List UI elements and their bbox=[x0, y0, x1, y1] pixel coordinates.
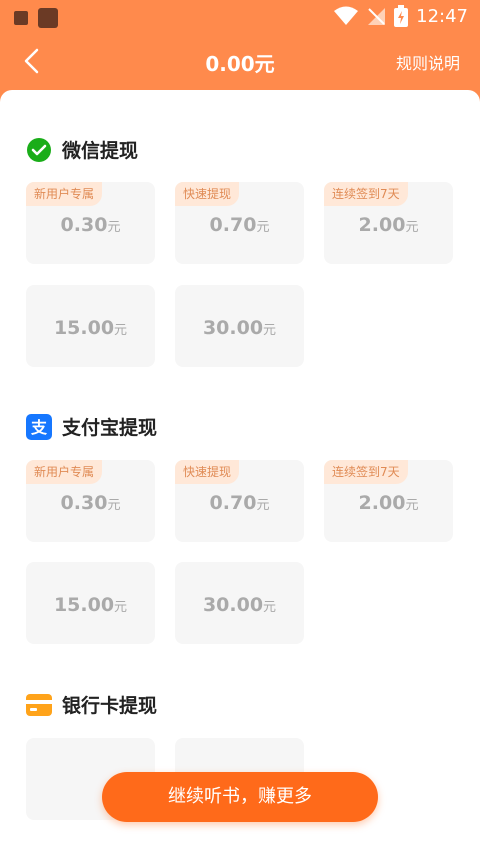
option-amount: 0.70元 bbox=[209, 214, 270, 236]
signal-off-icon bbox=[368, 8, 386, 25]
alipay-option-3[interactable]: 连续签到7天 2.00元 bbox=[324, 460, 453, 542]
option-tag: 快速提现 bbox=[175, 460, 240, 484]
wechat-title-text: 微信提现 bbox=[62, 140, 139, 162]
svg-text:支: 支 bbox=[30, 418, 48, 437]
wechat-option-2[interactable]: 快速提现 0.70元 bbox=[175, 182, 304, 264]
wechat-icon bbox=[27, 137, 51, 162]
option-amount: 0.70元 bbox=[209, 492, 270, 514]
wechat-option-4[interactable]: 15.00元 bbox=[26, 285, 155, 367]
wifi-icon bbox=[334, 6, 359, 25]
wechat-option-5[interactable]: 30.00元 bbox=[175, 285, 304, 367]
option-amount: 30.00元 bbox=[202, 594, 277, 616]
main-content: 微信提现 新用户专属 0.30元 快速提现 0.70元 连续签到7天 2.00元… bbox=[0, 90, 480, 853]
notification-icon bbox=[14, 11, 28, 25]
alipay-option-2[interactable]: 快速提现 0.70元 bbox=[175, 460, 304, 542]
option-amount: 2.00元 bbox=[358, 214, 419, 236]
alipay-title-text: 支付宝提现 bbox=[62, 417, 158, 439]
option-amount: 0.30元 bbox=[60, 214, 121, 236]
alipay-section-title: 支 支付宝提现 bbox=[26, 413, 157, 440]
wechat-option-3[interactable]: 连续签到7天 2.00元 bbox=[324, 182, 453, 264]
option-amount: 15.00元 bbox=[53, 594, 128, 616]
alipay-icon: 支 bbox=[26, 413, 52, 440]
alipay-option-4[interactable]: 15.00元 bbox=[26, 562, 155, 644]
option-tag: 新用户专属 bbox=[26, 460, 103, 484]
wechat-section-title: 微信提现 bbox=[26, 136, 138, 163]
option-tag: 新用户专属 bbox=[26, 182, 103, 206]
continue-listening-button[interactable]: 继续听书，赚更多 bbox=[102, 772, 378, 822]
status-notifications bbox=[14, 8, 58, 28]
wechat-option-1[interactable]: 新用户专属 0.30元 bbox=[26, 182, 155, 264]
bank-card-icon bbox=[26, 693, 52, 716]
option-tag: 快速提现 bbox=[175, 182, 240, 206]
option-amount: 2.00元 bbox=[358, 492, 419, 514]
option-tag: 连续签到7天 bbox=[324, 182, 408, 206]
option-amount: 15.00元 bbox=[53, 317, 128, 339]
status-time: 12:47 bbox=[416, 5, 468, 27]
battery-icon bbox=[394, 5, 409, 27]
option-amount: 30.00元 bbox=[202, 317, 277, 339]
alipay-option-1[interactable]: 新用户专属 0.30元 bbox=[26, 460, 155, 542]
rules-link[interactable]: 规则说明 bbox=[396, 50, 460, 74]
bank-title-text: 银行卡提现 bbox=[62, 695, 158, 717]
bank-section-title: 银行卡提现 bbox=[26, 691, 157, 718]
header: 0.00元 规则说明 bbox=[0, 34, 480, 90]
notification-app-icon bbox=[38, 8, 58, 28]
option-tag: 连续签到7天 bbox=[324, 460, 408, 484]
option-amount: 0.30元 bbox=[60, 492, 121, 514]
status-bar: 12:47 bbox=[0, 0, 480, 34]
status-indicators: 12:47 bbox=[334, 5, 468, 27]
alipay-option-5[interactable]: 30.00元 bbox=[175, 562, 304, 644]
